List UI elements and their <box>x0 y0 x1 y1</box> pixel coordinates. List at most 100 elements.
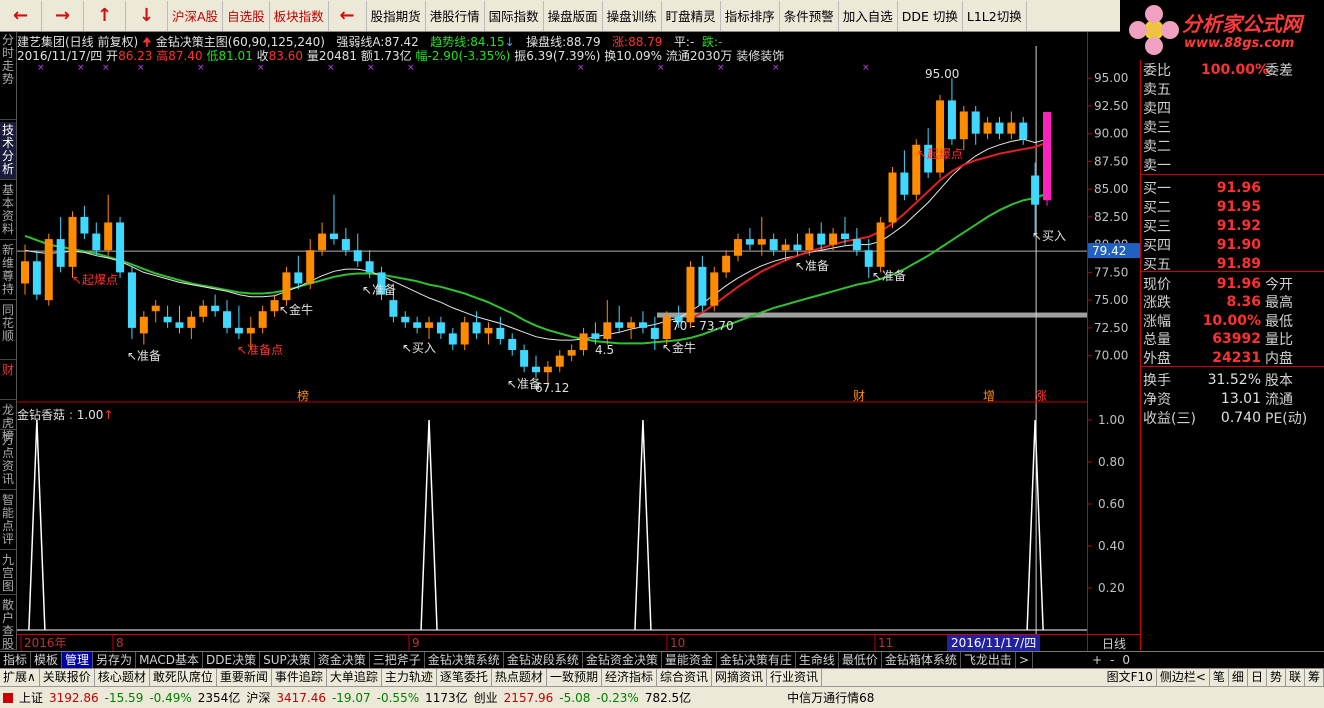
indicator-tab[interactable]: 量能资金 <box>662 652 717 668</box>
view-toggle-tab[interactable]: 势 <box>1267 669 1286 686</box>
order-ratio-value: 100.00% <box>1201 61 1270 78</box>
bid-row[interactable]: 买二 91.95 <box>1141 197 1324 216</box>
indicator-tab[interactable]: MACD基本 <box>136 652 204 668</box>
info-tab[interactable]: 热点题材 <box>492 669 547 686</box>
back-arrow-icon[interactable]: ← <box>0 0 42 31</box>
price-axis: 95.0092.5090.0087.5085.0082.5080.0077.50… <box>1087 32 1141 636</box>
left-tab[interactable]: 同 花 顺 <box>0 302 16 360</box>
ask-row[interactable]: 卖一 <box>1141 155 1324 174</box>
info-tab[interactable]: 网摘资讯 <box>712 669 767 686</box>
period-label[interactable]: 日线 <box>1087 634 1140 651</box>
info-tab[interactable]: 核心题材 <box>95 669 150 686</box>
quote-label: 涨跌 <box>1143 295 1171 311</box>
candle <box>425 316 434 339</box>
bid-row[interactable]: 买一 91.96 <box>1141 178 1324 197</box>
indicator-tab[interactable]: 管理 <box>62 652 94 668</box>
left-tab[interactable]: 技 术 分 析 <box>0 122 16 180</box>
view-toggle-tab[interactable]: 图文F10 <box>1104 669 1157 686</box>
toolbar-button[interactable]: 港股行情 <box>426 0 485 31</box>
left-tab[interactable]: 新 维 尊 持 <box>0 242 16 300</box>
index-status-bar: 上证 3192.86 -15.59 -0.49% 2354亿 沪深 3417.46 -… <box>0 686 1324 708</box>
info-tab[interactable]: 综合资讯 <box>657 669 712 686</box>
view-toggle-tab[interactable]: 细 <box>1229 669 1248 686</box>
indicator-tab[interactable]: > <box>1016 652 1033 668</box>
candlestick-chart[interactable]: ↖起爆点↖准备 ↖准备点↖金牛↖准备↖买入↖准备↖买入↖准备↖起爆点↖准备↖金牛9… <box>17 32 1087 636</box>
info-tab[interactable]: 行业资讯 <box>767 669 823 686</box>
indicator-tab[interactable]: SUP决策 <box>260 652 315 668</box>
toolbar-button[interactable]: L1L2切换 <box>963 0 1027 31</box>
left-tab[interactable]: 智 能 点 评 <box>0 492 16 550</box>
left-tab[interactable]: 财 <box>0 362 16 400</box>
candle <box>520 344 529 373</box>
indicator-tab[interactable]: 指标 <box>0 652 32 668</box>
toolbar-button[interactable]: 指标排序 <box>721 0 780 31</box>
toolbar-button[interactable]: 自选股 <box>223 0 270 31</box>
candle <box>127 266 136 339</box>
left-tab[interactable]: 万 点 资 讯 <box>0 432 16 490</box>
bid-row[interactable]: 买四 91.90 <box>1141 235 1324 254</box>
indicator-tab[interactable]: 金钻资金决策 <box>583 652 662 668</box>
period-control-button[interactable]: - <box>1106 652 1118 668</box>
info-tab[interactable]: 大单追踪 <box>327 669 382 686</box>
left-tab[interactable]: 分 时 走 势 <box>0 32 16 120</box>
toolbar-button[interactable]: 操盘训练 <box>603 0 662 31</box>
indicator-tab[interactable]: 另存为 <box>93 652 137 668</box>
up-arrow-icon[interactable]: ↑ <box>84 0 126 31</box>
toolbar-button[interactable]: 盯盘精灵 <box>662 0 721 31</box>
toolbar-button[interactable]: 操盘版面 <box>544 0 603 31</box>
candle <box>603 300 612 345</box>
signal-marker: × <box>772 63 780 73</box>
indicator-tab[interactable]: 模板 <box>31 652 63 668</box>
info-tab[interactable]: 事件追踪 <box>272 669 327 686</box>
info-tab[interactable]: 关联报价 <box>40 669 95 686</box>
indicator-tab[interactable]: 最低价 <box>839 652 882 668</box>
ask-row[interactable]: 卖五 <box>1141 79 1324 98</box>
chart-annotation: ↖买入 <box>402 341 436 355</box>
quote-row: 涨幅 10.00% 最低 <box>1141 311 1324 330</box>
info-tab[interactable]: 一致预期 <box>547 669 602 686</box>
toolbar-button[interactable]: 股指期货 <box>367 0 426 31</box>
indicator-tab[interactable]: 飞龙出击 <box>961 652 1016 668</box>
info-tab[interactable]: 扩展∧ <box>0 669 40 686</box>
indicator-tab[interactable]: 金钻决策系统 <box>425 652 504 668</box>
info-tab[interactable]: 经济指标 <box>602 669 657 686</box>
ask-row[interactable]: 卖二 <box>1141 136 1324 155</box>
view-toggle-tab[interactable]: 笔 <box>1210 669 1229 686</box>
indicator-tab[interactable]: 金钻决策有庄 <box>717 652 796 668</box>
left-tab[interactable]: 九 宫 图 <box>0 552 16 595</box>
toolbar-button[interactable]: 条件预警 <box>780 0 839 31</box>
back-arrow-icon[interactable]: ← <box>329 0 367 31</box>
view-toggle-tab[interactable]: 筹 <box>1305 669 1324 686</box>
order-ratio-row: 委比 100.00% 委差 <box>1141 60 1324 79</box>
info-tab[interactable]: 逐笔委托 <box>437 669 492 686</box>
ask-row[interactable]: 卖四 <box>1141 98 1324 117</box>
period-control-button[interactable]: 0 <box>1118 652 1134 668</box>
info-tab[interactable]: 重要新闻 <box>217 669 272 686</box>
view-toggle-tab[interactable]: 联 <box>1286 669 1305 686</box>
y-tick-label: 70.00 <box>1094 349 1128 363</box>
info-tab[interactable]: 主力轨迹 <box>382 669 437 686</box>
indicator-tab[interactable]: DDE决策 <box>203 652 261 668</box>
indicator-tab[interactable]: 生命线 <box>796 652 839 668</box>
left-tab[interactable]: 基 本 资 料 <box>0 182 16 240</box>
forward-arrow-icon[interactable]: → <box>42 0 84 31</box>
left-tab[interactable]: 龙 虎 榜 <box>0 402 16 443</box>
toolbar-button[interactable]: 沪深A股 <box>168 0 224 31</box>
left-tab[interactable]: 散 户 查 股 <box>0 597 16 651</box>
toolbar-button[interactable]: DDE 切换 <box>898 0 963 31</box>
view-toggle-tab[interactable]: 日 <box>1248 669 1267 686</box>
indicator-tab[interactable]: 金钻波段系统 <box>504 652 583 668</box>
indicator-tab[interactable]: 三把斧子 <box>370 652 425 668</box>
view-toggle-tab[interactable]: 侧边栏< <box>1157 669 1210 686</box>
toolbar-button[interactable]: 国际指数 <box>485 0 544 31</box>
toolbar-button[interactable]: 板块指数 <box>270 0 329 31</box>
info-tab[interactable]: 敢死队席位 <box>150 669 217 686</box>
period-control-button[interactable]: + <box>1088 652 1106 668</box>
ask-row[interactable]: 卖三 <box>1141 117 1324 136</box>
bid-row[interactable]: 买三 91.92 <box>1141 216 1324 235</box>
toolbar-button[interactable]: 加入自选 <box>839 0 898 31</box>
current-price-label: 79.42 <box>1092 244 1126 258</box>
indicator-tab[interactable]: 金钻箱体系统 <box>882 652 961 668</box>
down-arrow-icon[interactable]: ↓ <box>126 0 168 31</box>
indicator-tab[interactable]: 资金决策 <box>315 652 370 668</box>
